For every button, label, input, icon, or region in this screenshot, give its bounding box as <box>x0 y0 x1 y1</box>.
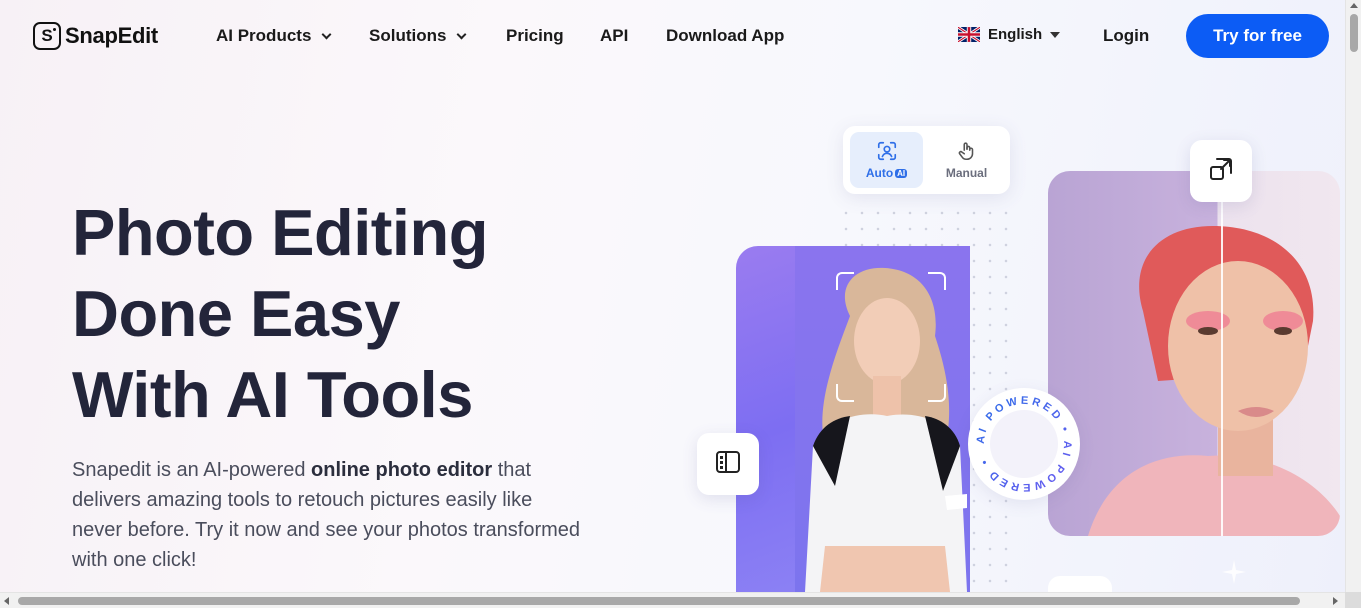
try-for-free-button[interactable]: Try for free <box>1186 14 1329 58</box>
hero-desc-part-1: Snapedit is an AI-powered <box>72 459 312 481</box>
mode-auto-label: Auto <box>865 166 894 180</box>
mode-manual-button[interactable]: Manual <box>930 132 1003 188</box>
language-selector[interactable]: English <box>958 26 1061 43</box>
horizontal-scroll-thumb[interactable] <box>18 597 1300 605</box>
mode-auto-button[interactable]: Auto AI <box>850 132 923 188</box>
nav-api[interactable]: API <box>600 26 628 46</box>
nav-pricing[interactable]: Pricing <box>506 26 564 46</box>
hand-pointer-icon <box>930 140 1003 162</box>
language-label: English <box>988 26 1043 43</box>
hero-desc-link-text: online photo editor <box>311 459 493 481</box>
nav-download-app[interactable]: Download App <box>666 26 784 46</box>
nav-download-app-label: Download App <box>666 26 785 45</box>
hero-title-line-3: With AI Tools <box>72 358 473 431</box>
top-navbar: S SnapEdit AI Products Solutions Pricing… <box>0 0 1345 72</box>
after-image-card <box>1048 171 1340 536</box>
chevron-down-icon <box>457 29 467 39</box>
mode-manual-label: Manual <box>945 166 988 180</box>
hero-title-line-1: Photo Editing <box>72 196 488 269</box>
scroll-left-arrow-icon[interactable] <box>4 597 9 605</box>
caret-down-icon <box>1050 31 1061 38</box>
compare-panel-icon <box>714 449 742 480</box>
chevron-down-icon <box>321 29 332 39</box>
sparkle-icon <box>1222 560 1246 589</box>
nav-api-label: API <box>600 26 629 45</box>
scroll-right-arrow-icon[interactable] <box>1333 597 1338 605</box>
uk-flag-icon <box>958 27 980 42</box>
scroll-up-arrow-icon[interactable] <box>1350 3 1358 8</box>
nav-solutions[interactable]: Solutions <box>369 26 467 46</box>
compare-panel-button[interactable] <box>697 433 759 495</box>
hero-description: Snapedit is an AI-powered online photo e… <box>72 455 582 575</box>
nav-solutions-label: Solutions <box>369 26 447 45</box>
horizontal-scrollbar[interactable] <box>0 592 1361 608</box>
badge-text: AI POWERED • AI POWERED • <box>975 395 1074 493</box>
brand-name: SnapEdit <box>65 23 158 48</box>
hero-title-line-2: Done Easy <box>72 277 400 350</box>
vertical-scroll-thumb[interactable] <box>1350 14 1358 52</box>
hero-title: Photo Editing Done Easy With AI Tools <box>72 192 488 435</box>
face-scan-icon <box>850 140 923 162</box>
expand-button[interactable] <box>1190 140 1252 202</box>
nav-pricing-label: Pricing <box>506 26 564 45</box>
nav-ai-products-label: AI Products <box>216 26 312 45</box>
face-detect-frame <box>836 272 946 402</box>
ai-powered-badge: AI POWERED • AI POWERED • <box>968 388 1080 500</box>
expand-icon <box>1207 155 1235 188</box>
vertical-scrollbar[interactable] <box>1345 0 1361 592</box>
nav-ai-products[interactable]: AI Products <box>216 26 332 46</box>
compare-slider-line[interactable] <box>1221 171 1223 536</box>
mode-toggle: Auto AI Manual <box>843 126 1010 194</box>
login-link[interactable]: Login <box>1103 26 1149 46</box>
brand-logo[interactable]: S SnapEdit <box>33 22 158 50</box>
ai-chip: AI <box>895 169 908 178</box>
snapedit-logo-icon: S <box>33 22 61 50</box>
scrollbar-corner <box>1345 592 1361 608</box>
